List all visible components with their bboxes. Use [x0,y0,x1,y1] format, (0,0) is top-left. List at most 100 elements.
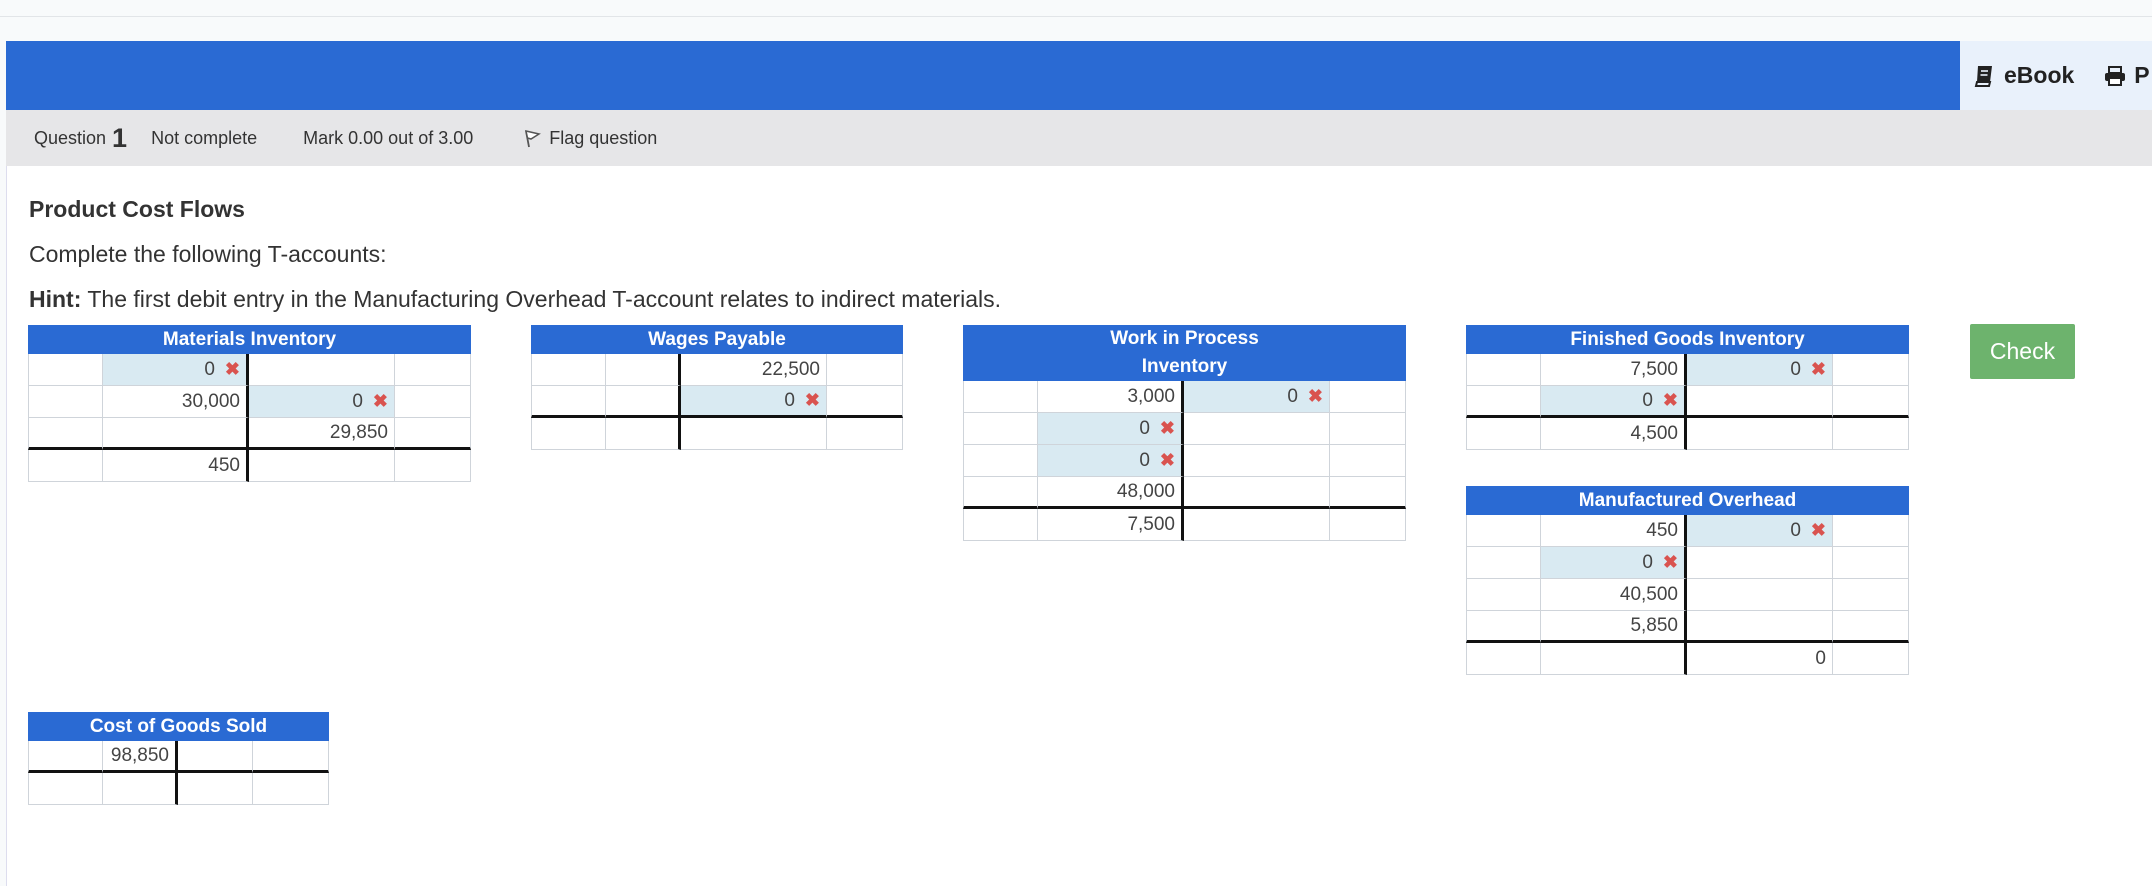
credit-input[interactable] [1687,547,1833,579]
t-account-row: 4,500 [1466,418,1909,450]
blank-cell [531,386,606,418]
t-account-row: 40,500 [1466,579,1909,611]
blank-cell [1466,643,1541,675]
entry-value: 0 [1139,417,1150,439]
credit-input[interactable] [1687,579,1833,611]
blank-cell [1833,386,1909,418]
check-button[interactable]: Check [1970,324,2075,379]
entry-value: 29,850 [329,421,388,443]
x-mark-icon: ✖ [804,390,820,410]
t-account-row: 7,500 [963,509,1406,541]
debit-input[interactable]: 0 ✖ [1038,413,1184,445]
ebook-label: eBook [2004,62,2075,88]
debit-input[interactable]: 40,500 [1541,579,1687,611]
x-mark-icon: ✖ [1662,552,1678,572]
debit-input[interactable] [606,386,681,418]
entry-value: 450 [1646,519,1678,541]
t-account-manufactured-overhead: Manufactured Overhead 450 0 ✖ 0 ✖ 40,500 5… [1466,486,1909,675]
debit-input[interactable]: 7,500 [1541,354,1687,386]
credit-input[interactable]: 0 ✖ [1687,354,1833,386]
entry-value: 7,500 [1630,358,1678,380]
blank-cell [963,445,1038,477]
entry-value: 0 [352,390,363,412]
debit-input[interactable]: 0 ✖ [1541,547,1687,579]
credit-balance[interactable] [249,450,395,482]
credit-input[interactable]: 22,500 [681,354,827,386]
credit-input[interactable] [1687,611,1833,643]
ebook-button[interactable]: eBook [1974,62,2074,89]
credit-input[interactable]: 0 ✖ [681,386,827,418]
credit-input[interactable] [1184,413,1330,445]
debit-balance[interactable] [606,418,681,450]
blank-cell [1466,515,1541,547]
debit-input[interactable]: 450 [1541,515,1687,547]
debit-input[interactable]: 3,000 [1038,381,1184,413]
title-line: Inventory [1141,356,1228,377]
debit-input[interactable] [606,354,681,386]
entry-value: 0 [1815,647,1826,669]
debit-input[interactable]: 0 ✖ [1541,386,1687,418]
debit-input[interactable]: 98,850 [103,741,178,773]
flag-question-button[interactable]: Flag question [523,128,657,149]
blank-cell [1466,579,1541,611]
blank-cell [395,386,471,418]
blank-cell [827,354,903,386]
top-strip [0,0,2152,17]
blank-cell [28,354,103,386]
t-account-row: 0 ✖ [1466,386,1909,418]
entry-value: 7,500 [1127,513,1175,535]
flag-icon [525,130,542,148]
x-mark-icon: ✖ [224,359,240,379]
debit-balance[interactable] [103,773,178,805]
blank-cell [1330,477,1406,509]
blank-cell [1833,611,1909,643]
blank-cell [1466,547,1541,579]
debit-balance[interactable]: 450 [103,450,249,482]
t-account-title: Wages Payable [531,325,903,354]
credit-balance[interactable]: 0 [1687,643,1833,675]
blank-cell [963,381,1038,413]
credit-input[interactable] [1687,386,1833,418]
t-account-materials-inventory: Materials Inventory 0 ✖ 30,000 0 ✖ 29,850 … [28,325,471,482]
debit-input[interactable]: 0 ✖ [103,354,249,386]
debit-input[interactable]: 0 ✖ [1038,445,1184,477]
blank-cell [1833,547,1909,579]
credit-input[interactable] [1184,445,1330,477]
printer-icon [2105,65,2126,86]
debit-input[interactable] [103,418,249,450]
debit-input[interactable]: 30,000 [103,386,249,418]
entry-value: 0 [1642,389,1653,411]
credit-balance[interactable] [681,418,827,450]
entry-value: 0 [784,389,795,411]
t-account-row: 0 ✖ [1466,547,1909,579]
credit-input[interactable]: 29,850 [249,418,395,450]
credit-input[interactable] [249,354,395,386]
debit-input[interactable]: 5,850 [1541,611,1687,643]
blank-cell [827,386,903,418]
entry-value: 0 [1642,551,1653,573]
t-account-title: Cost of Goods Sold [28,712,329,741]
debit-balance[interactable] [1541,643,1687,675]
credit-balance[interactable] [1184,509,1330,541]
blank-cell [531,418,606,450]
question-instruction: Complete the following T-accounts: [29,241,387,267]
entry-value: 48,000 [1116,480,1175,502]
entry-value: 40,500 [1619,583,1678,605]
credit-input[interactable]: 0 ✖ [1184,381,1330,413]
credit-balance[interactable] [178,773,253,805]
credit-input[interactable]: 0 ✖ [1687,515,1833,547]
credit-input[interactable]: 0 ✖ [249,386,395,418]
debit-input[interactable]: 48,000 [1038,477,1184,509]
debit-balance[interactable]: 4,500 [1541,418,1687,450]
entry-value: 0 [1790,358,1801,380]
entry-value: 450 [208,454,240,476]
blank-cell [1466,386,1541,418]
credit-input[interactable] [178,741,253,773]
t-account-finished-goods: Finished Goods Inventory 7,500 0 ✖ 0 ✖ 4,5… [1466,325,1909,450]
credit-input[interactable] [1184,477,1330,509]
credit-balance[interactable] [1687,418,1833,450]
print-button[interactable]: P [2104,62,2150,89]
t-account-row: 0 ✖ [963,413,1406,445]
x-mark-icon: ✖ [1810,520,1826,540]
debit-balance[interactable]: 7,500 [1038,509,1184,541]
